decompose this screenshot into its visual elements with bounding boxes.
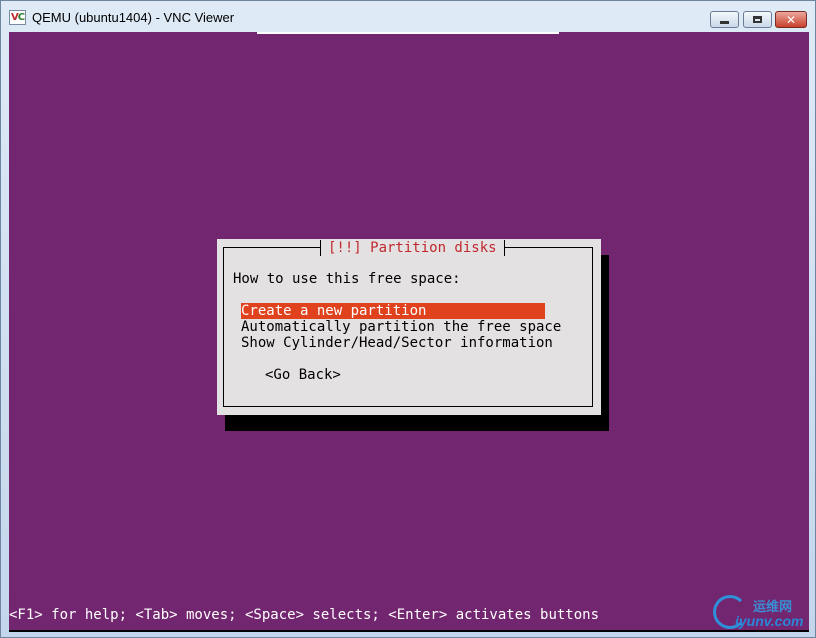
window-title: QEMU (ubuntu1404) - VNC Viewer <box>32 10 235 25</box>
close-icon: ✕ <box>785 12 797 27</box>
minimize-button[interactable] <box>710 11 739 28</box>
minimize-icon <box>720 21 729 24</box>
help-status-line: <F1> for help; <Tab> moves; <Space> sele… <box>9 607 600 623</box>
maximize-icon <box>753 16 762 23</box>
partition-dialog: [!!] Partition disks How to use this fre… <box>217 239 601 415</box>
option-show-chs-info[interactable]: Show Cylinder/Head/Sector information <box>241 335 553 351</box>
app-icon-letter-c: C <box>17 12 25 23</box>
watermark-logo: 运维网 iyunv.com <box>707 587 811 635</box>
option-create-new-partition[interactable]: Create a new partition <box>241 303 545 319</box>
vnc-viewer-window: VC QEMU (ubuntu1404) - VNC Viewer ✕ [!!]… <box>0 0 816 638</box>
option-auto-partition[interactable]: Automatically partition the free space <box>241 319 561 335</box>
close-button[interactable]: ✕ <box>775 11 807 28</box>
console-top-strip <box>257 32 559 34</box>
vnc-viewer-icon[interactable]: VC <box>9 10 26 25</box>
maximize-button[interactable] <box>743 11 772 28</box>
app-icon-letter-v: V <box>10 12 19 23</box>
go-back-button[interactable]: <Go Back> <box>265 367 341 383</box>
title-bar[interactable]: VC QEMU (ubuntu1404) - VNC Viewer ✕ <box>1 1 815 33</box>
watermark-url: iyunv.com <box>735 613 804 629</box>
dialog-question: How to use this free space: <box>233 271 461 287</box>
console-bottom-strip <box>9 630 809 632</box>
remote-console[interactable]: [!!] Partition disks How to use this fre… <box>9 32 809 632</box>
dialog-title: [!!] Partition disks <box>320 240 505 256</box>
